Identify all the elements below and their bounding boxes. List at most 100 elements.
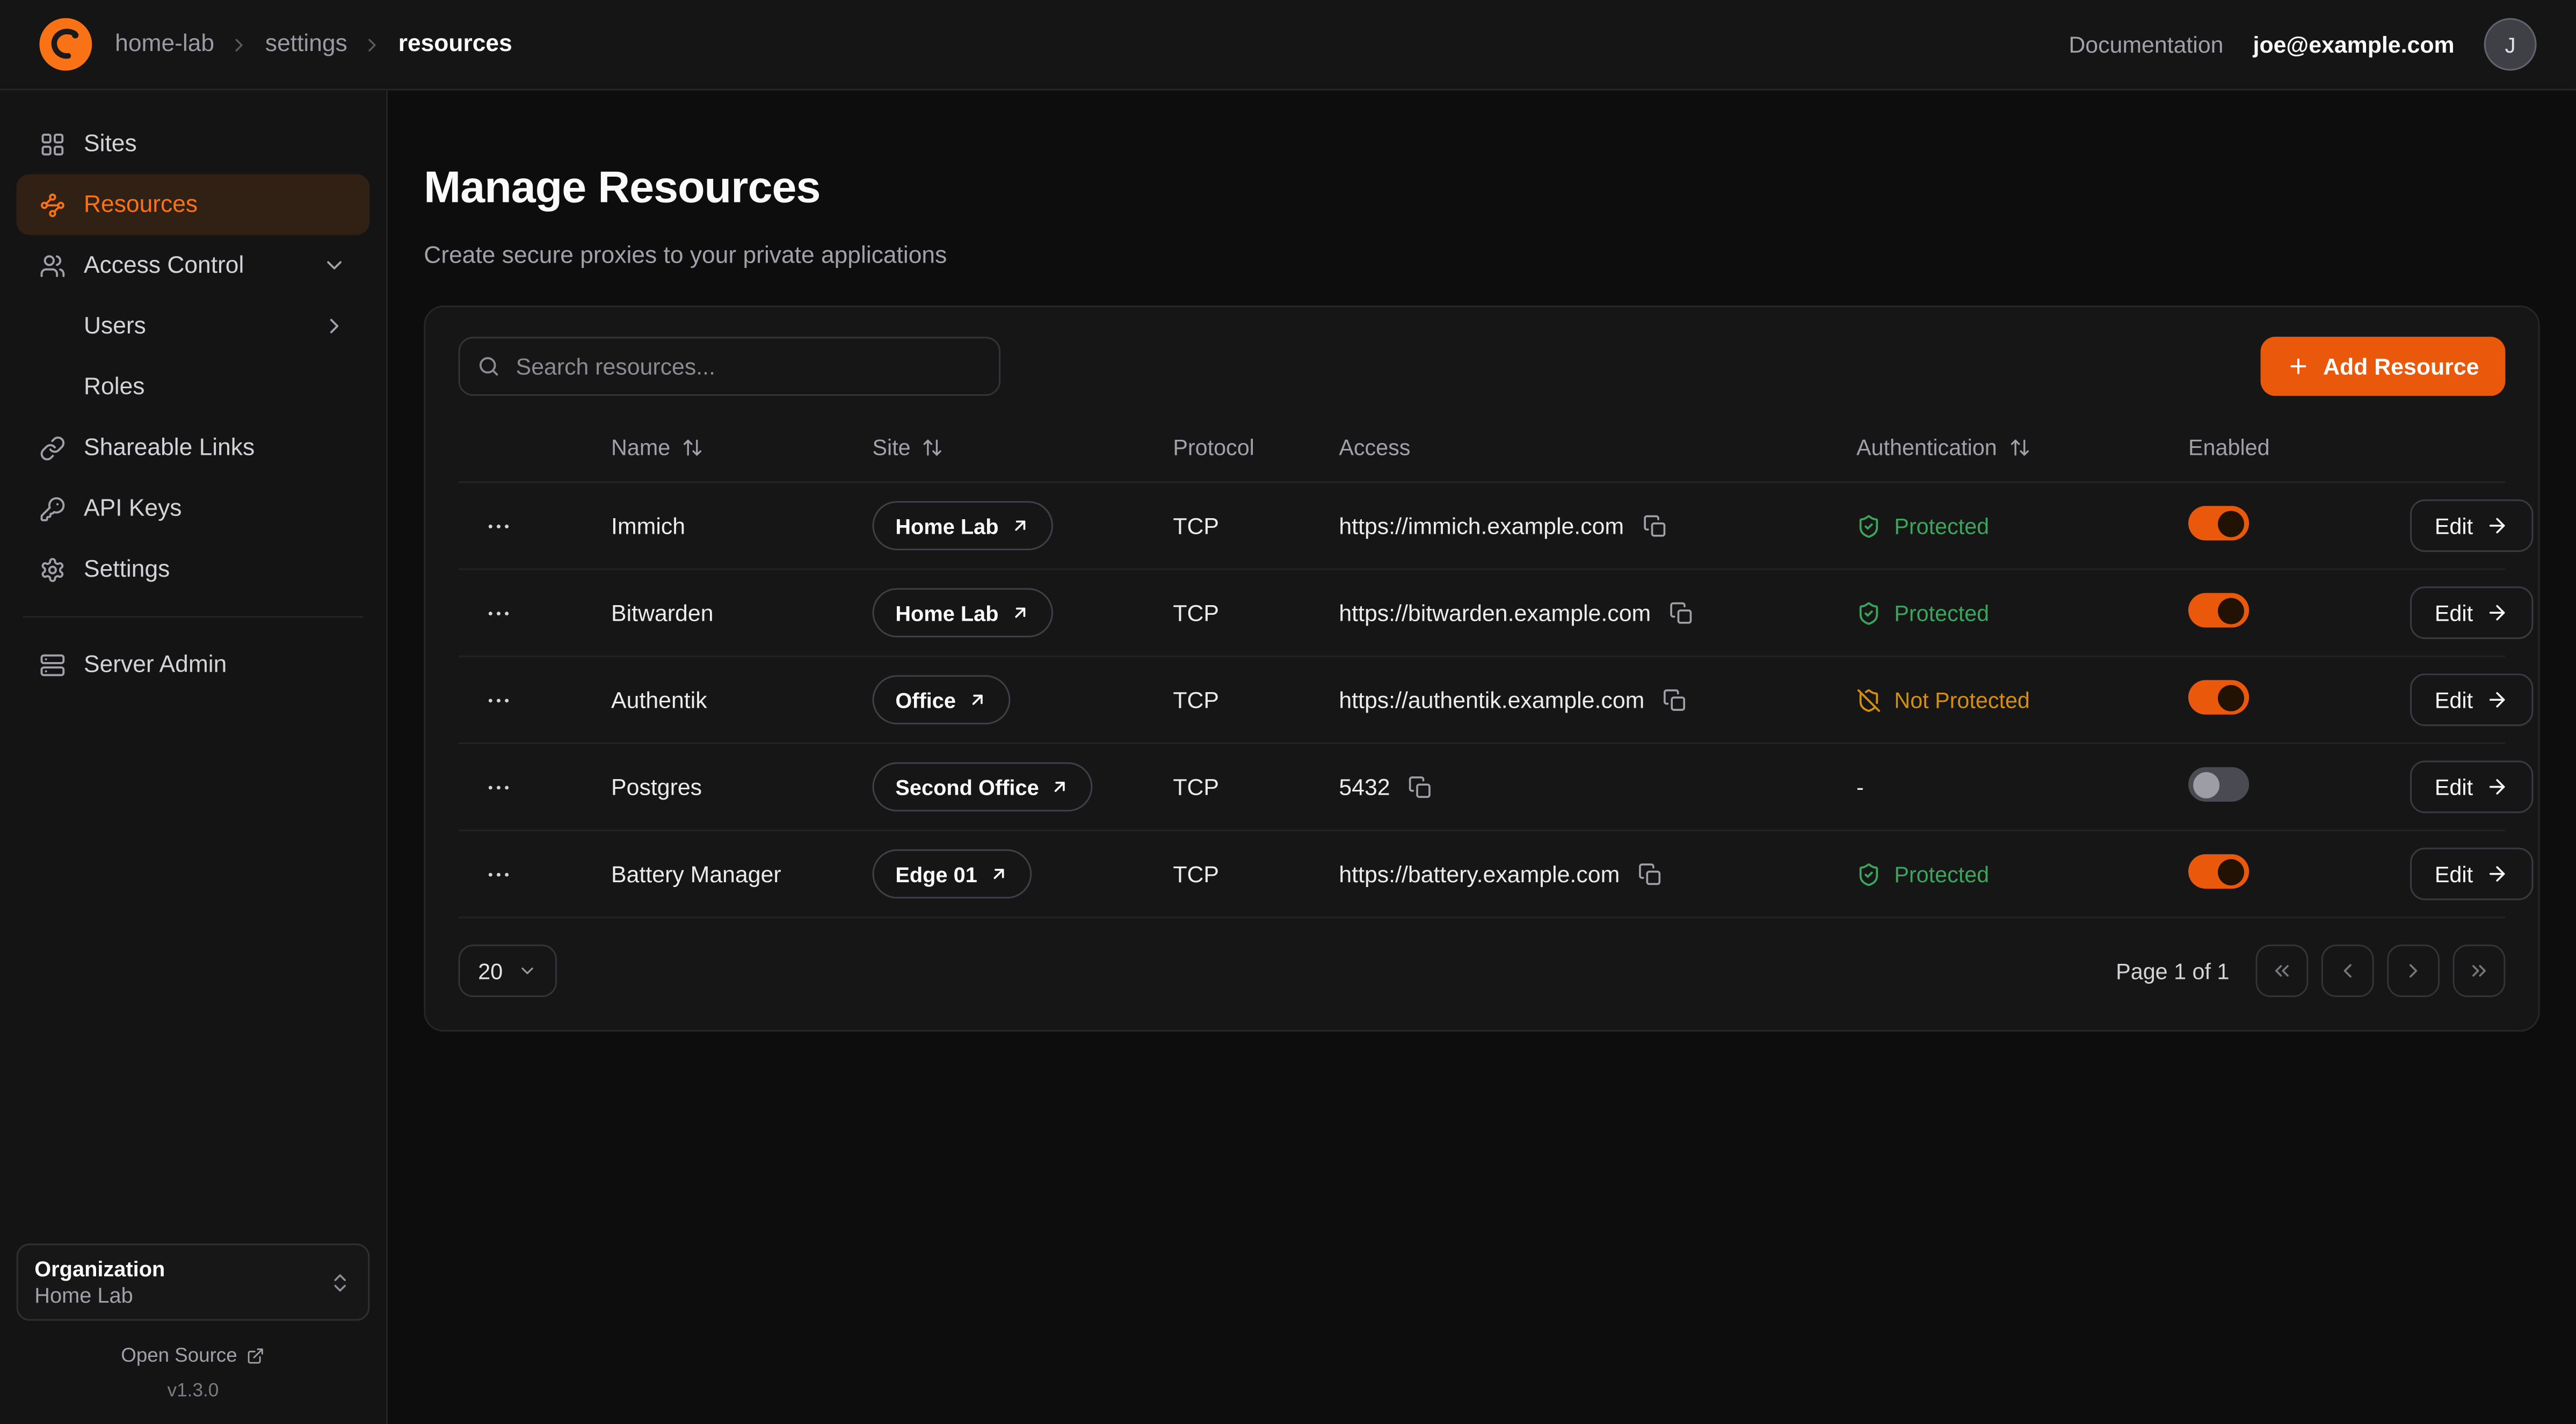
first-page-button[interactable] — [2255, 945, 2308, 998]
sidebar-item-label: Access Control — [84, 252, 244, 279]
site-link-button[interactable]: Edge 01 — [872, 849, 1031, 899]
ellipsis-icon — [484, 599, 512, 627]
column-header-site[interactable]: Site — [872, 435, 1173, 460]
edit-button[interactable]: Edit — [2410, 848, 2534, 900]
breadcrumb-settings[interactable]: settings — [265, 31, 347, 57]
column-header-name[interactable]: Name — [611, 435, 872, 460]
resource-protocol: TCP — [1173, 861, 1339, 888]
ellipsis-icon — [484, 512, 512, 540]
row-menu-button[interactable] — [459, 773, 513, 801]
sidebar-item-resources[interactable]: Resources — [17, 174, 370, 235]
page-size-select[interactable]: 20 — [459, 945, 557, 998]
breadcrumb-org[interactable]: home-lab — [115, 31, 214, 57]
edit-button[interactable]: Edit — [2410, 500, 2534, 553]
avatar[interactable]: J — [2484, 18, 2537, 71]
toggle-knob — [2193, 772, 2219, 798]
last-page-button[interactable] — [2453, 945, 2506, 998]
previous-page-button[interactable] — [2321, 945, 2374, 998]
auth-status-label: - — [1856, 775, 1864, 800]
enabled-toggle[interactable] — [2188, 680, 2249, 715]
row-menu-button[interactable] — [459, 512, 513, 540]
resource-name: Bitwarden — [611, 600, 872, 626]
sidebar-item-api-keys[interactable]: API Keys — [17, 478, 370, 539]
column-header-enabled: Enabled — [2188, 435, 2410, 460]
row-menu-button[interactable] — [459, 860, 513, 888]
toggle-knob — [2218, 859, 2244, 885]
page-size-value: 20 — [478, 959, 503, 984]
arrow-up-right-icon — [1010, 603, 1030, 623]
breadcrumb-resources[interactable]: resources — [398, 31, 512, 57]
row-menu-button[interactable] — [459, 599, 513, 627]
resource-name: Authentik — [611, 687, 872, 713]
resource-access: https://bitwarden.example.com — [1339, 600, 1651, 626]
arrow-right-icon — [2486, 601, 2509, 624]
copy-icon[interactable] — [1669, 601, 1694, 626]
copy-icon[interactable] — [1663, 688, 1687, 713]
edit-button[interactable]: Edit — [2410, 674, 2534, 726]
site-name: Home Lab — [895, 601, 998, 626]
site-link-button[interactable]: Home Lab — [872, 502, 1053, 551]
arrow-up-right-icon — [989, 864, 1008, 884]
auth-status: Protected — [1856, 514, 2188, 539]
chevron-right-icon — [362, 34, 383, 55]
toggle-knob — [2218, 685, 2244, 711]
users-icon — [39, 252, 66, 279]
table-toolbar: Add Resource — [459, 337, 2506, 396]
enabled-toggle[interactable] — [2188, 767, 2249, 802]
column-header-authentication[interactable]: Authentication — [1856, 435, 2188, 460]
edit-button[interactable]: Edit — [2410, 587, 2534, 640]
sidebar-item-sites[interactable]: Sites — [17, 113, 370, 174]
app-window: home-lab settings resources Documentatio… — [0, 0, 2576, 1424]
app-logo-icon[interactable] — [39, 18, 92, 71]
auth-status: Not Protected — [1856, 688, 2188, 713]
sidebar-item-users[interactable]: Users — [17, 296, 370, 357]
enabled-toggle[interactable] — [2188, 593, 2249, 628]
table-row: Bitwarden Home Lab TCP https://bitwarden… — [459, 570, 2506, 657]
site-link-button[interactable]: Home Lab — [872, 589, 1053, 638]
row-menu-button[interactable] — [459, 686, 513, 714]
pagination-buttons — [2255, 945, 2505, 998]
add-resource-button[interactable]: Add Resource — [2261, 337, 2506, 396]
resource-access: https://immich.example.com — [1339, 513, 1624, 539]
auth-status: Protected — [1856, 601, 2188, 626]
sidebar-item-roles[interactable]: Roles — [17, 357, 370, 417]
table-body: Immich Home Lab TCP https://immich.examp… — [459, 483, 2506, 919]
copy-icon[interactable] — [1642, 514, 1667, 539]
sidebar-item-shareable-links[interactable]: Shareable Links — [17, 417, 370, 478]
site-link-button[interactable]: Second Office — [872, 762, 1093, 812]
documentation-link[interactable]: Documentation — [2069, 31, 2223, 57]
search-input[interactable] — [459, 337, 1001, 396]
toggle-knob — [2218, 510, 2244, 536]
sort-icon — [2008, 437, 2030, 458]
sidebar-item-label: Roles — [84, 374, 144, 400]
auth-status: - — [1856, 775, 2188, 800]
user-email[interactable]: joe@example.com — [2253, 31, 2455, 57]
site-name: Second Office — [895, 775, 1039, 800]
grid-icon — [39, 130, 66, 157]
add-resource-label: Add Resource — [2323, 353, 2479, 380]
site-link-button[interactable]: Office — [872, 675, 1010, 725]
column-header-access: Access — [1339, 435, 1856, 460]
edit-button[interactable]: Edit — [2410, 761, 2534, 813]
copy-icon[interactable] — [1638, 862, 1663, 887]
sidebar-item-label: Sites — [84, 130, 137, 157]
sidebar-item-access-control[interactable]: Access Control — [17, 235, 370, 295]
search-icon — [476, 354, 501, 379]
sidebar: Sites Resources Access Control Users — [0, 90, 388, 1424]
enabled-toggle[interactable] — [2188, 854, 2249, 889]
copy-icon[interactable] — [1408, 775, 1433, 800]
edit-label: Edit — [2435, 688, 2473, 713]
enabled-toggle[interactable] — [2188, 506, 2249, 541]
open-source-label: Open Source — [121, 1344, 237, 1367]
next-page-button[interactable] — [2387, 945, 2440, 998]
open-source-link[interactable]: Open Source — [17, 1344, 370, 1367]
sidebar-item-settings[interactable]: Settings — [17, 539, 370, 599]
chevron-right-icon — [322, 314, 347, 338]
table-header: Name Site Protocol — [459, 412, 2506, 483]
auth-status-label: Protected — [1894, 862, 1989, 887]
ellipsis-icon — [484, 860, 512, 888]
organization-selector[interactable]: Organization Home Lab — [17, 1244, 370, 1321]
sidebar-item-server-admin[interactable]: Server Admin — [17, 634, 370, 695]
site-name: Edge 01 — [895, 862, 977, 887]
chevrons-left-icon — [2270, 960, 2294, 983]
